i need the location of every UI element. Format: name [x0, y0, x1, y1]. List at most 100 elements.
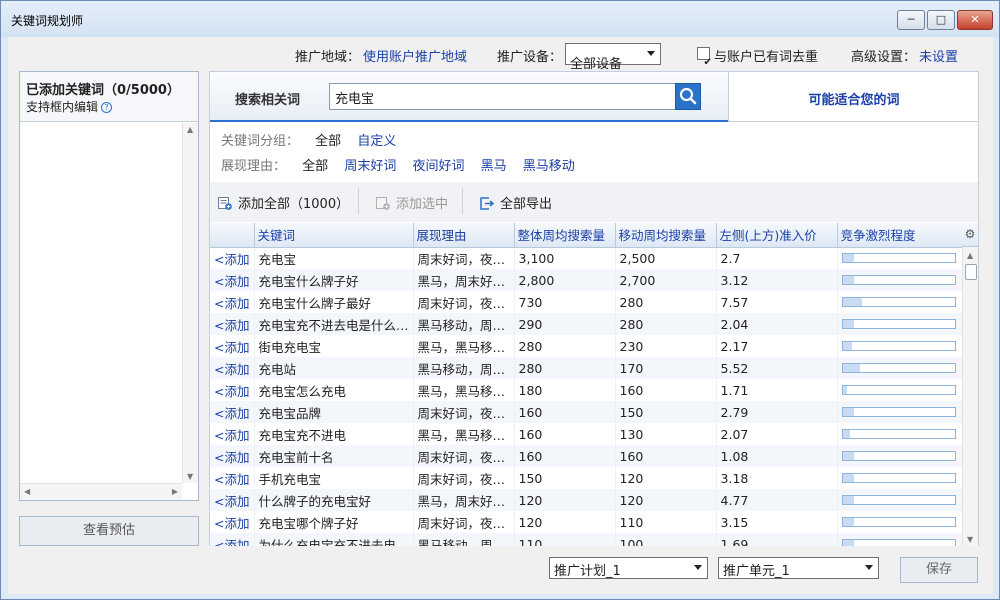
competition-bar-fill: [842, 540, 854, 546]
table-row[interactable]: <添加 充电宝什么牌子最好 周末好词，夜… 730 280 7.57: [210, 291, 963, 313]
editor-vertical-scrollbar[interactable]: ▲ ▼: [182, 123, 198, 483]
add-keyword-link[interactable]: <添加: [210, 269, 255, 291]
scroll-left-icon[interactable]: ◀: [24, 487, 30, 496]
reason-filter-darkhorse[interactable]: 黑马: [481, 159, 507, 174]
table-vertical-scrollbar[interactable]: ▲ ▼: [962, 223, 978, 546]
col-header-entry-price[interactable]: 左侧(上方)准入价: [716, 223, 838, 248]
scroll-up-icon[interactable]: ▲: [187, 125, 193, 134]
table-row[interactable]: <添加 充电宝怎么充电 黑马，黑马移… 180 160 1.71: [210, 379, 963, 401]
add-keyword-link[interactable]: <添加: [210, 511, 255, 533]
reason-filter-darkhorse-mobile[interactable]: 黑马移动: [523, 159, 575, 174]
dedupe-checkbox[interactable]: ✔: [697, 47, 712, 68]
unit-select-value: 推广单元_1: [723, 564, 790, 579]
table-row[interactable]: <添加 手机充电宝 周末好词，夜… 150 120 3.18: [210, 467, 963, 489]
maximize-button[interactable]: □: [927, 10, 955, 30]
suggest-tab-label: 可能适合您的词: [808, 93, 900, 108]
group-filter-custom[interactable]: 自定义: [357, 134, 396, 149]
keyword-table: 关键词 展现理由 整体周均搜索量 移动周均搜索量 左侧(上方)准入价 竞争激烈程…: [210, 223, 978, 546]
mobile-volume-cell: 160: [615, 379, 717, 401]
search-input[interactable]: 充电宝: [329, 83, 676, 110]
keyword-cell: 充电宝怎么充电: [254, 379, 414, 401]
table-row[interactable]: <添加 充电宝什么牌子好 黑马，周末好… 2,800 2,700 3.12: [210, 269, 963, 291]
add-keyword-link[interactable]: <添加: [210, 445, 255, 467]
add-keyword-link[interactable]: <添加: [210, 379, 255, 401]
table-row[interactable]: <添加 充电站 黑马移动，周… 280 170 5.52: [210, 357, 963, 379]
editor-horizontal-scrollbar[interactable]: ◀ ▶: [20, 483, 182, 500]
entry-price-cell: 4.77: [716, 489, 838, 511]
reason-filter-weekend[interactable]: 周末好词: [344, 159, 396, 174]
competition-cell: [837, 357, 963, 379]
col-header-mobile-volume[interactable]: 移动周均搜索量: [615, 223, 717, 248]
search-button[interactable]: [675, 83, 701, 110]
col-header-competition[interactable]: 竞争激烈程度: [837, 223, 963, 248]
preview-button[interactable]: 查看预估: [19, 516, 199, 546]
add-keyword-link[interactable]: <添加: [210, 489, 255, 511]
add-keyword-link[interactable]: <添加: [210, 291, 255, 313]
device-select-value: 全部设备: [570, 57, 623, 72]
region-link[interactable]: 使用账户推广地域: [363, 46, 467, 65]
app-window: 关键词规划师 ─ □ ✕ 推广地域： 使用账户推广地域 推广设备： 全部设备 ✔…: [0, 0, 1000, 600]
help-icon[interactable]: ?: [101, 102, 113, 113]
add-selected-button[interactable]: 添加选中: [376, 193, 448, 212]
add-keyword-link[interactable]: <添加: [210, 423, 255, 445]
mobile-volume-cell: 230: [615, 335, 717, 357]
table-row[interactable]: <添加 充电宝前十名 周末好词，夜… 160 160 1.08: [210, 445, 963, 467]
add-keyword-link[interactable]: <添加: [210, 247, 255, 269]
keyword-cell: 充电宝什么牌子最好: [254, 291, 414, 313]
reason-cell: 黑马，周末好…: [413, 489, 515, 511]
table-row[interactable]: <添加 充电宝 周末好词，夜… 3,100 2,500 2.7: [210, 247, 963, 269]
table-row[interactable]: <添加 为什么充电宝充不进去电 黑马移动，周… 110 100 1.69: [210, 533, 963, 546]
add-all-button[interactable]: 添加全部（1000）: [218, 193, 349, 212]
add-keyword-link[interactable]: <添加: [210, 401, 255, 423]
reason-filter-all[interactable]: 全部: [302, 159, 328, 174]
add-keyword-link[interactable]: <添加: [210, 533, 255, 546]
scroll-right-icon[interactable]: ▶: [172, 487, 178, 496]
close-button[interactable]: ✕: [957, 10, 993, 30]
unit-select[interactable]: 推广单元_1: [718, 557, 879, 579]
entry-price-cell: 3.18: [716, 467, 838, 489]
gear-icon[interactable]: ⚙: [962, 223, 978, 247]
mobile-volume-cell: 280: [615, 291, 717, 313]
scroll-down-icon[interactable]: ▼: [187, 472, 193, 481]
reason-filter-night[interactable]: 夜间好词: [412, 159, 464, 174]
advanced-link[interactable]: 未设置: [919, 46, 958, 65]
chevron-down-icon: [647, 51, 655, 56]
col-header-total-volume[interactable]: 整体周均搜索量: [514, 223, 616, 248]
export-all-button[interactable]: 全部导出: [480, 193, 552, 212]
competition-bar: [841, 319, 956, 329]
table-row[interactable]: <添加 充电宝充不进电 黑马，黑马移… 160 130 2.07: [210, 423, 963, 445]
col-header-keyword[interactable]: 关键词: [254, 223, 414, 248]
mobile-volume-cell: 280: [615, 313, 717, 335]
mobile-volume-cell: 110: [615, 511, 717, 533]
add-keyword-link[interactable]: <添加: [210, 313, 255, 335]
title-bar[interactable]: 关键词规划师 ─ □ ✕: [1, 1, 999, 37]
add-keyword-link[interactable]: <添加: [210, 357, 255, 379]
competition-bar-fill: [842, 430, 850, 438]
device-select[interactable]: 全部设备: [565, 43, 661, 72]
table-row[interactable]: <添加 充电宝哪个牌子好 周末好词，夜… 120 110 3.15: [210, 511, 963, 533]
added-keywords-editor[interactable]: [20, 123, 182, 483]
plan-select-value: 推广计划_1: [554, 564, 621, 579]
add-keyword-link[interactable]: <添加: [210, 335, 255, 357]
competition-cell: [837, 511, 963, 533]
plan-select[interactable]: 推广计划_1: [549, 557, 708, 579]
add-keyword-link[interactable]: <添加: [210, 467, 255, 489]
reason-cell: 黑马移动，周…: [413, 313, 515, 335]
scroll-down-icon[interactable]: ▼: [967, 535, 973, 544]
col-header-reason[interactable]: 展现理由: [413, 223, 515, 248]
table-row[interactable]: <添加 充电宝充不进去电是什么… 黑马移动，周… 290 280 2.04: [210, 313, 963, 335]
competition-bar: [841, 253, 956, 264]
scroll-up-icon[interactable]: ▲: [967, 251, 973, 260]
search-tab[interactable]: 搜索相关词 充电宝: [210, 72, 728, 122]
table-row[interactable]: <添加 什么牌子的充电宝好 黑马，周末好… 120 120 4.77: [210, 489, 963, 511]
suggest-tab[interactable]: 可能适合您的词: [728, 72, 978, 122]
table-row[interactable]: <添加 充电宝品牌 周末好词，夜… 160 150 2.79: [210, 401, 963, 423]
scroll-thumb[interactable]: [965, 264, 977, 280]
table-header-row: 关键词 展现理由 整体周均搜索量 移动周均搜索量 左侧(上方)准入价 竞争激烈程…: [210, 223, 963, 248]
group-filter-all[interactable]: 全部: [315, 134, 341, 149]
table-row[interactable]: <添加 街电充电宝 黑马，黑马移… 280 230 2.17: [210, 335, 963, 357]
minimize-button[interactable]: ─: [897, 10, 925, 30]
save-button[interactable]: 保存: [900, 557, 978, 583]
competition-bar: [841, 517, 956, 527]
settings-row: 推广地域： 使用账户推广地域 推广设备： 全部设备 ✔ 与账户已有词去重 高级设…: [8, 37, 993, 72]
